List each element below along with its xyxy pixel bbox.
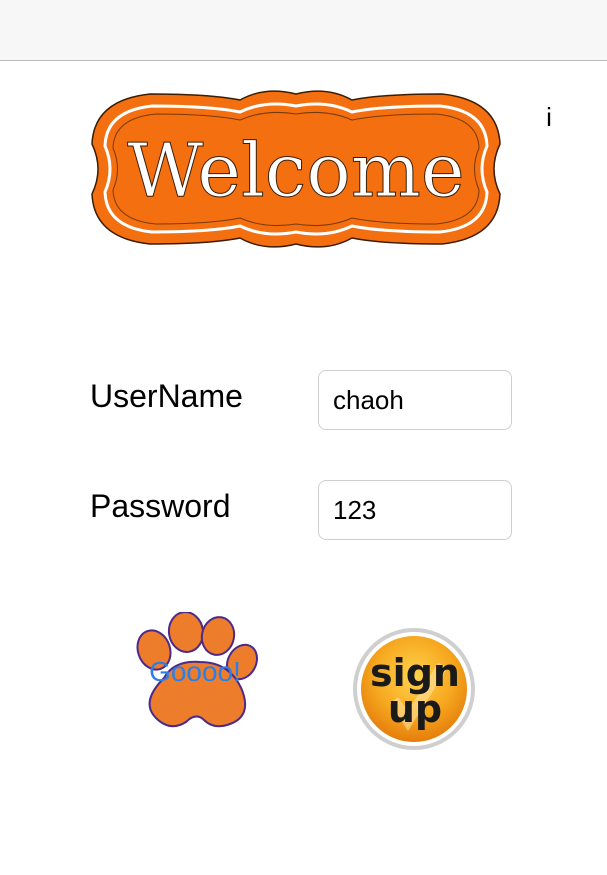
- login-button[interactable]: Goooo!: [134, 612, 262, 734]
- password-label: Password: [90, 488, 231, 524]
- sign-up-button[interactable]: sign up: [352, 627, 476, 751]
- sign-up-text-line2: up: [388, 687, 442, 731]
- top-bar: [0, 0, 607, 61]
- welcome-banner-graphic: Welcome: [91, 90, 501, 248]
- login-label: Goooo!: [149, 656, 241, 687]
- username-field[interactable]: [318, 370, 512, 430]
- sign-up-badge-icon: sign up: [353, 628, 475, 750]
- password-field[interactable]: [318, 480, 512, 540]
- username-label: UserName: [90, 378, 243, 414]
- welcome-banner: Welcome: [90, 86, 502, 252]
- info-button[interactable]: i: [538, 100, 560, 134]
- welcome-text: Welcome: [127, 128, 464, 214]
